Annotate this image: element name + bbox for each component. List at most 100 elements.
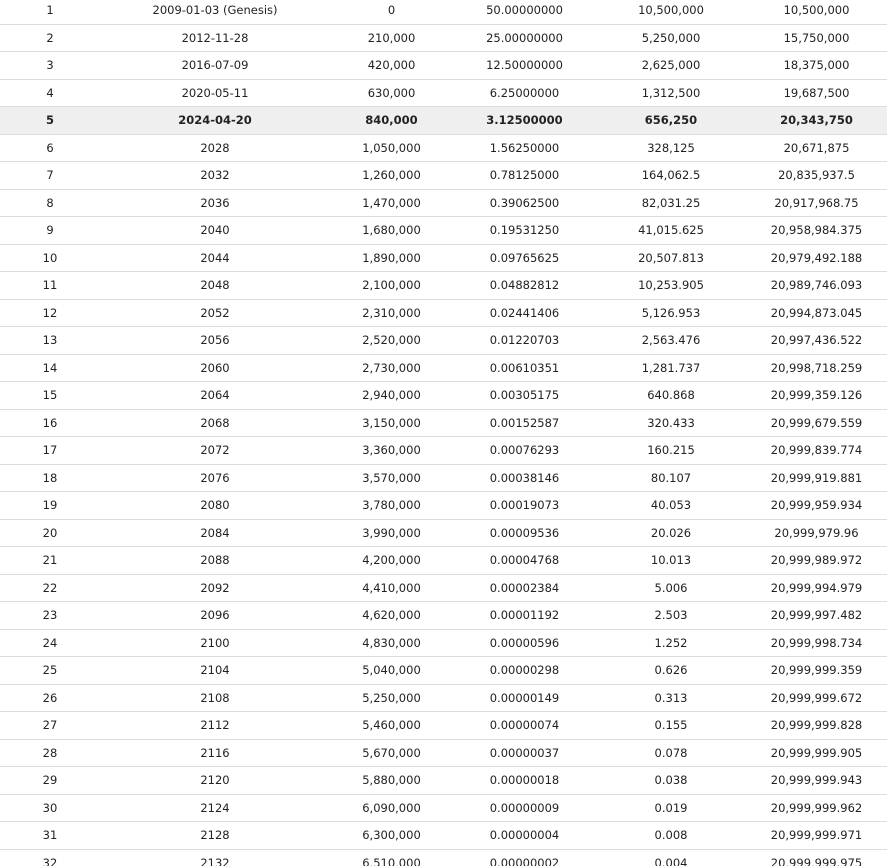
block-height-cell: 2,100,000 (330, 271, 453, 300)
date-cell: 2104 (100, 656, 330, 685)
table-row: 4 2020-05-11 630,000 6.25000000 1,312,500 19,… (0, 79, 887, 107)
epoch-supply-cell: 5.006 (596, 574, 746, 602)
block-reward-cell: 0.39062500 (453, 189, 596, 217)
block-height-cell: 1,260,000 (330, 161, 453, 190)
block-height-cell: 420,000 (330, 51, 453, 80)
block-height-cell: 2,730,000 (330, 354, 453, 382)
block-height-cell: 3,150,000 (330, 409, 453, 437)
epoch-supply-cell: 0.626 (596, 656, 746, 685)
block-height-cell: 2,310,000 (330, 299, 453, 327)
epoch-cell: 15 (0, 381, 100, 410)
epoch-supply-cell: 0.008 (596, 821, 746, 850)
cumulative-supply-cell: 20,999,999.975 (746, 849, 887, 866)
date-cell: 2076 (100, 464, 330, 492)
table-row: 14 2060 2,730,000 0.00610351 1,281.737 20,998… (0, 354, 887, 382)
date-cell: 2020-05-11 (100, 79, 330, 107)
block-reward-cell: 0.78125000 (453, 161, 596, 190)
table-row: 26 2108 5,250,000 0.00000149 0.313 20,999,999… (0, 684, 887, 712)
cumulative-supply-cell: 20,999,999.943 (746, 766, 887, 795)
date-cell: 2124 (100, 794, 330, 822)
block-reward-cell: 0.00610351 (453, 354, 596, 382)
epoch-cell: 14 (0, 354, 100, 382)
epoch-supply-cell: 41,015.625 (596, 216, 746, 245)
epoch-cell: 10 (0, 244, 100, 272)
table-row: 32 2132 6,510,000 0.00000002 0.004 20,999,999… (0, 849, 887, 866)
date-cell: 2040 (100, 216, 330, 245)
epoch-supply-cell: 0.313 (596, 684, 746, 712)
block-height-cell: 5,670,000 (330, 739, 453, 767)
block-reward-cell: 0.00000298 (453, 656, 596, 685)
block-reward-cell: 1.56250000 (453, 134, 596, 162)
date-cell: 2044 (100, 244, 330, 272)
epoch-cell: 21 (0, 546, 100, 575)
cumulative-supply-cell: 20,999,919.881 (746, 464, 887, 492)
cumulative-supply-cell: 20,999,959.934 (746, 491, 887, 520)
block-height-cell: 4,410,000 (330, 574, 453, 602)
date-cell: 2072 (100, 436, 330, 465)
table-row: 23 2096 4,620,000 0.00001192 2.503 20,999,997… (0, 601, 887, 630)
block-reward-cell: 3.12500000 (453, 106, 596, 135)
block-reward-cell: 0.09765625 (453, 244, 596, 272)
epoch-cell: 28 (0, 739, 100, 767)
epoch-cell: 2 (0, 24, 100, 52)
cumulative-supply-cell: 20,999,999.828 (746, 711, 887, 740)
epoch-cell: 5 (0, 106, 100, 135)
date-cell: 2048 (100, 271, 330, 300)
epoch-cell: 19 (0, 491, 100, 520)
block-reward-cell: 0.00001192 (453, 601, 596, 630)
block-reward-cell: 0.01220703 (453, 326, 596, 355)
cumulative-supply-cell: 20,999,679.559 (746, 409, 887, 437)
date-cell: 2016-07-09 (100, 51, 330, 80)
cumulative-supply-cell: 20,999,979.96 (746, 519, 887, 547)
table-row: 30 2124 6,090,000 0.00000009 0.019 20,999,999… (0, 794, 887, 822)
date-cell: 2028 (100, 134, 330, 162)
epoch-cell: 26 (0, 684, 100, 712)
date-cell: 2120 (100, 766, 330, 795)
epoch-cell: 6 (0, 134, 100, 162)
block-reward-cell: 0.00002384 (453, 574, 596, 602)
table-row: 21 2088 4,200,000 0.00004768 10.013 20,999,98… (0, 546, 887, 575)
block-height-cell: 3,990,000 (330, 519, 453, 547)
cumulative-supply-cell: 20,998,718.259 (746, 354, 887, 382)
block-reward-cell: 0.00000018 (453, 766, 596, 795)
epoch-cell: 9 (0, 216, 100, 245)
block-height-cell: 1,890,000 (330, 244, 453, 272)
block-height-cell: 5,880,000 (330, 766, 453, 795)
cumulative-supply-cell: 19,687,500 (746, 79, 887, 107)
epoch-supply-cell: 320.433 (596, 409, 746, 437)
block-reward-cell: 6.25000000 (453, 79, 596, 107)
date-cell: 2068 (100, 409, 330, 437)
epoch-supply-cell: 5,250,000 (596, 24, 746, 52)
cumulative-supply-cell: 20,989,746.093 (746, 271, 887, 300)
block-reward-cell: 0.19531250 (453, 216, 596, 245)
date-cell: 2084 (100, 519, 330, 547)
epoch-cell: 24 (0, 629, 100, 657)
epoch-cell: 18 (0, 464, 100, 492)
table-row: 12 2052 2,310,000 0.02441406 5,126.953 20,994… (0, 299, 887, 327)
cumulative-supply-cell: 20,999,994.979 (746, 574, 887, 602)
table-row: 5 2024-04-20 840,000 3.12500000 656,250 20,34… (0, 106, 887, 135)
block-reward-cell: 0.00019073 (453, 491, 596, 520)
block-reward-cell: 25.00000000 (453, 24, 596, 52)
epoch-supply-cell: 0.078 (596, 739, 746, 767)
date-cell: 2100 (100, 629, 330, 657)
cumulative-supply-cell: 20,999,999.905 (746, 739, 887, 767)
table-row: 10 2044 1,890,000 0.09765625 20,507.813 20,97… (0, 244, 887, 272)
table-row: 20 2084 3,990,000 0.00009536 20.026 20,999,97… (0, 519, 887, 547)
epoch-cell: 12 (0, 299, 100, 327)
date-cell: 2080 (100, 491, 330, 520)
block-reward-cell: 0.00152587 (453, 409, 596, 437)
block-reward-cell: 0.00305175 (453, 381, 596, 410)
table-row: 7 2032 1,260,000 0.78125000 164,062.5 20,835,… (0, 161, 887, 190)
block-reward-cell: 0.00038146 (453, 464, 596, 492)
epoch-cell: 22 (0, 574, 100, 602)
block-height-cell: 6,300,000 (330, 821, 453, 850)
block-reward-cell: 0.00000074 (453, 711, 596, 740)
date-cell: 2132 (100, 849, 330, 866)
cumulative-supply-cell: 20,835,937.5 (746, 161, 887, 190)
block-height-cell: 4,620,000 (330, 601, 453, 630)
date-cell: 2012-11-28 (100, 24, 330, 52)
cumulative-supply-cell: 20,671,875 (746, 134, 887, 162)
block-reward-cell: 0.02441406 (453, 299, 596, 327)
table-row: 8 2036 1,470,000 0.39062500 82,031.25 20,917,… (0, 189, 887, 217)
